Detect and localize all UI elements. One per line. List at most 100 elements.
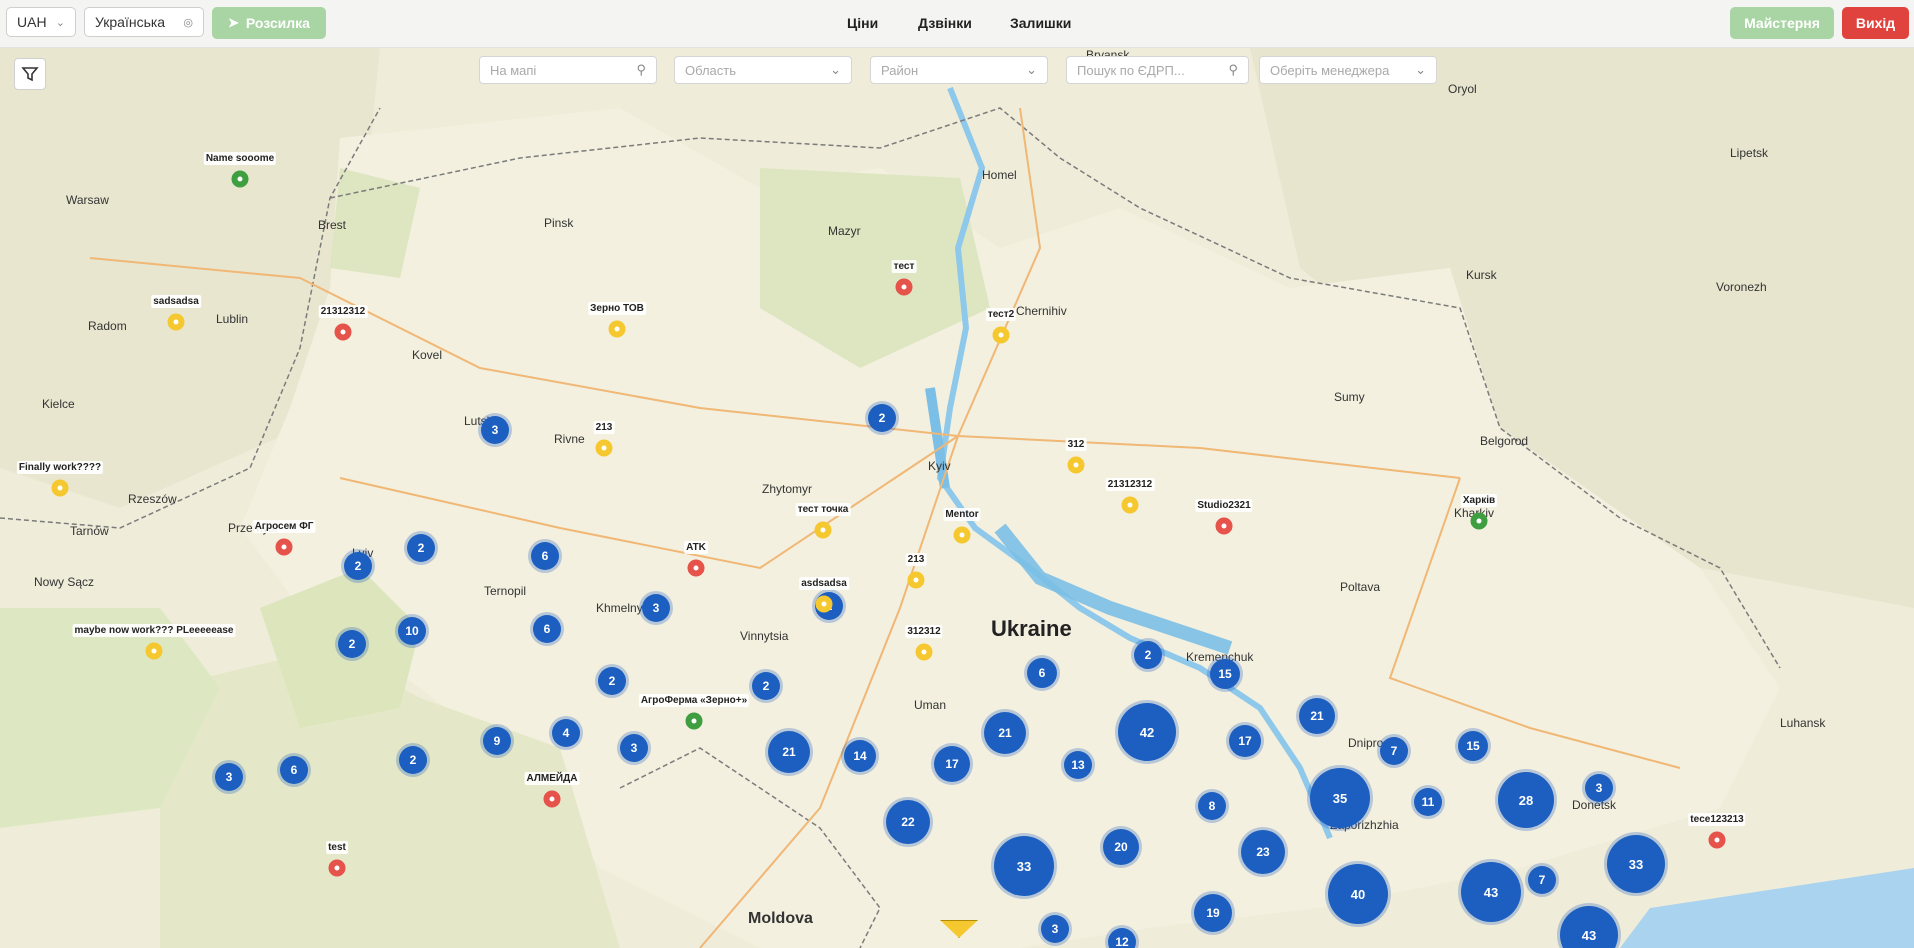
map-cluster[interactable]: 3	[1585, 774, 1613, 802]
map-marker-pin[interactable]	[907, 571, 925, 589]
manager-placeholder: Оберіть менеджера	[1270, 62, 1390, 78]
send-button[interactable]: ➤ Розсилка	[212, 7, 326, 39]
map-cluster[interactable]: 15	[1458, 731, 1488, 761]
map-marker-pin[interactable]	[145, 642, 163, 660]
map-cluster[interactable]: 7	[1528, 866, 1556, 894]
map-marker-pin[interactable]	[275, 538, 293, 556]
map-cluster[interactable]: 2	[344, 552, 372, 580]
map-cluster[interactable]: 2	[1134, 641, 1162, 669]
map-marker-label: ATK	[684, 541, 708, 554]
map-marker-pin[interactable]	[167, 313, 185, 331]
map-cluster[interactable]: 6	[1027, 658, 1057, 688]
map-marker-pin[interactable]	[608, 320, 626, 338]
map-cluster[interactable]: 12	[1108, 928, 1136, 948]
map-cluster[interactable]: 19	[1194, 894, 1232, 932]
map-cluster[interactable]: 17	[1229, 725, 1261, 757]
exit-button[interactable]: Вихід	[1842, 7, 1909, 39]
map-cluster[interactable]: 2	[868, 404, 896, 432]
map-cluster[interactable]: 3	[642, 594, 670, 622]
map-cluster[interactable]: 22	[886, 800, 930, 844]
workshop-button[interactable]: Майстерня	[1730, 7, 1834, 39]
map-cluster[interactable]: 6	[280, 756, 308, 784]
map-marker-pin[interactable]	[51, 479, 69, 497]
map-marker-label: тест точка	[795, 503, 851, 516]
map-cluster[interactable]: 42	[1118, 703, 1176, 761]
currency-select[interactable]: UAH ⌄	[6, 7, 76, 37]
map-marker-pin[interactable]	[815, 595, 833, 613]
map-cluster[interactable]: 6	[531, 542, 559, 570]
map-cluster[interactable]: 2	[399, 746, 427, 774]
map-marker-pin[interactable]	[685, 712, 703, 730]
map-marker-label: Mentor	[943, 508, 981, 521]
edrpou-search-input[interactable]: Пошук по ЄДРП... ⚲	[1066, 56, 1249, 84]
manager-select[interactable]: Оберіть менеджера ⌄	[1259, 56, 1437, 84]
map-marker-pin[interactable]	[231, 170, 249, 188]
map-cluster[interactable]: 21	[1299, 698, 1335, 734]
map-cluster[interactable]: 2	[338, 630, 366, 658]
map-cluster[interactable]: 35	[1310, 768, 1370, 828]
map-marker-label: 21312312	[318, 305, 368, 318]
map-marker-pin[interactable]	[1708, 831, 1726, 849]
map-marker-pin[interactable]	[595, 439, 613, 457]
map-marker-label: тест2	[985, 308, 1017, 321]
map-cluster[interactable]: 17	[934, 746, 970, 782]
region-select[interactable]: Область ⌄	[674, 56, 852, 84]
nav-prices[interactable]: Ціни	[847, 15, 878, 31]
map-cluster[interactable]: 3	[481, 416, 509, 444]
map-cluster[interactable]: 3	[1041, 915, 1069, 943]
map-marker-pin[interactable]	[992, 326, 1010, 344]
map-cluster[interactable]: 20	[1103, 829, 1139, 865]
city-label: Dnipro	[1348, 736, 1384, 750]
city-label: Kyiv	[928, 459, 951, 473]
map-marker-pin[interactable]	[687, 559, 705, 577]
map-cluster[interactable]: 11	[1414, 788, 1442, 816]
map-cluster[interactable]: 28	[1498, 772, 1554, 828]
filter-toggle-button[interactable]	[14, 58, 46, 90]
district-select[interactable]: Район ⌄	[870, 56, 1048, 84]
map-cluster[interactable]: 13	[1064, 751, 1092, 779]
map-cluster[interactable]: 9	[483, 727, 511, 755]
map-cluster[interactable]: 2	[407, 534, 435, 562]
map-marker-pin[interactable]	[895, 278, 913, 296]
map-cluster[interactable]: 2	[598, 667, 626, 695]
map-cluster[interactable]: 33	[994, 836, 1054, 896]
city-label: Vinnytsia	[740, 629, 789, 643]
map-cluster[interactable]: 8	[1198, 792, 1226, 820]
map-cluster[interactable]: 3	[215, 763, 243, 791]
map-cluster[interactable]: 15	[1210, 659, 1240, 689]
map-background	[0, 48, 1914, 948]
map-marker-pin[interactable]	[1067, 456, 1085, 474]
map-cluster[interactable]: 40	[1328, 864, 1388, 924]
city-label: Kielce	[42, 397, 75, 411]
language-select[interactable]: Українська ◎	[84, 7, 204, 37]
map-marker-pin[interactable]	[1215, 517, 1233, 535]
map-search-input[interactable]: На мапі ⚲	[479, 56, 657, 84]
map-marker-label: Харків	[1460, 494, 1498, 507]
map-marker-pin[interactable]	[915, 643, 933, 661]
map-cluster[interactable]: 10	[398, 617, 426, 645]
map-cluster[interactable]: 33	[1607, 835, 1665, 893]
map-marker-pin[interactable]	[814, 521, 832, 539]
map-cluster[interactable]: 6	[533, 615, 561, 643]
map-marker-pin[interactable]	[1470, 512, 1488, 530]
map-cluster[interactable]: 23	[1241, 830, 1285, 874]
nav-stock[interactable]: Залишки	[1010, 15, 1071, 31]
map-cluster[interactable]: 2	[752, 672, 780, 700]
map-cluster[interactable]: 43	[1461, 862, 1521, 922]
map-marker-pin[interactable]	[953, 526, 971, 544]
map-cluster[interactable]: 21	[984, 712, 1026, 754]
map-cluster[interactable]: 7	[1380, 737, 1408, 765]
map-cluster[interactable]: 14	[844, 740, 876, 772]
country-label-moldova: Moldova	[748, 910, 813, 927]
nav-calls[interactable]: Дзвінки	[918, 15, 972, 31]
map-cluster[interactable]: 4	[552, 719, 580, 747]
city-label: Warsaw	[66, 193, 109, 207]
map-cluster[interactable]: 21	[768, 731, 810, 773]
map-marker-pin[interactable]	[334, 323, 352, 341]
map-marker-pin[interactable]	[328, 859, 346, 877]
map-cluster[interactable]: 3	[620, 734, 648, 762]
map-marker-pin[interactable]	[543, 790, 561, 808]
map-marker-pin[interactable]	[1121, 496, 1139, 514]
map-view[interactable]: На мапі ⚲ Область ⌄ Район ⌄ Пошук по ЄДР…	[0, 48, 1914, 948]
city-label: Lublin	[216, 312, 249, 326]
